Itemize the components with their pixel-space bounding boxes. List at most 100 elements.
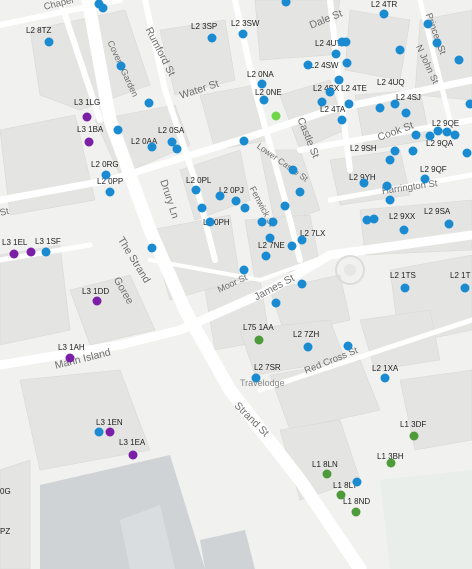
postcode-marker[interactable]	[239, 136, 249, 146]
postcode-marker[interactable]	[303, 60, 313, 70]
postcode-label: L2 0PP	[97, 177, 124, 186]
postcode-marker[interactable]	[375, 103, 385, 113]
postcode-marker[interactable]	[105, 187, 115, 197]
postcode-marker[interactable]	[390, 99, 400, 109]
postcode-marker[interactable]	[280, 201, 290, 211]
postcode-marker[interactable]	[433, 126, 443, 136]
postcode-marker[interactable]	[465, 99, 472, 109]
postcode-marker[interactable]	[268, 217, 278, 227]
postcode-marker[interactable]	[215, 191, 225, 201]
postcode-marker[interactable]	[116, 61, 126, 71]
postcode-label: L2 4TA	[320, 105, 346, 114]
postcode-marker[interactable]	[257, 217, 267, 227]
postcode-marker[interactable]	[408, 146, 418, 156]
postcode-marker[interactable]	[432, 38, 442, 48]
postcode-marker[interactable]	[460, 283, 470, 293]
postcode-label: L3 1LG	[74, 98, 101, 107]
postcode-marker[interactable]	[147, 142, 157, 152]
postcode-marker[interactable]	[144, 98, 154, 108]
postcode-marker[interactable]	[325, 87, 335, 97]
postcode-marker[interactable]	[303, 342, 313, 352]
postcode-marker[interactable]	[9, 249, 19, 259]
postcode-label: L3 1EL	[2, 238, 28, 247]
postcode-marker[interactable]	[271, 298, 281, 308]
postcode-marker[interactable]	[352, 477, 362, 487]
postcode-marker[interactable]	[44, 37, 54, 47]
postcode-marker[interactable]	[113, 125, 123, 135]
postcode-label: L2 4SJ	[396, 93, 421, 102]
postcode-marker[interactable]	[92, 296, 102, 306]
postcode-marker[interactable]	[295, 187, 305, 197]
postcode-marker[interactable]	[409, 431, 419, 441]
postcode-marker[interactable]	[205, 217, 215, 227]
postcode-marker[interactable]	[390, 146, 400, 156]
postcode-marker[interactable]	[257, 79, 267, 89]
postcode-marker[interactable]	[386, 458, 396, 468]
postcode-marker[interactable]	[259, 95, 269, 105]
postcode-marker[interactable]	[197, 203, 207, 213]
postcode-marker[interactable]	[395, 45, 405, 55]
postcode-marker[interactable]	[288, 165, 298, 175]
postcode-marker[interactable]	[444, 219, 454, 229]
postcode-marker[interactable]	[207, 33, 217, 43]
postcode-marker[interactable]	[420, 174, 430, 184]
postcode-marker[interactable]	[265, 233, 275, 243]
postcode-label: L2 8TZ	[26, 26, 52, 35]
postcode-marker[interactable]	[26, 247, 36, 257]
postcode-marker[interactable]	[172, 144, 182, 154]
postcode-marker[interactable]	[240, 203, 250, 213]
postcode-marker[interactable]	[287, 241, 297, 251]
postcode-marker[interactable]	[128, 450, 138, 460]
postcode-marker[interactable]	[41, 247, 51, 257]
map-view[interactable]: Rumford St Water St Covent Garden Dale S…	[0, 0, 472, 569]
postcode-marker[interactable]	[239, 265, 249, 275]
postcode-marker[interactable]	[336, 490, 346, 500]
postcode-marker[interactable]	[379, 9, 389, 19]
postcode-marker[interactable]	[385, 155, 395, 165]
postcode-marker[interactable]	[462, 148, 472, 158]
postcode-marker[interactable]	[382, 181, 392, 191]
postcode-marker[interactable]	[191, 185, 201, 195]
postcode-marker[interactable]	[400, 283, 410, 293]
postcode-marker[interactable]	[423, 19, 433, 29]
postcode-marker[interactable]	[369, 214, 379, 224]
postcode-marker[interactable]	[337, 115, 347, 125]
postcode-marker[interactable]	[385, 195, 395, 205]
postcode-marker[interactable]	[401, 108, 411, 118]
postcode-marker[interactable]	[254, 335, 264, 345]
postcode-marker[interactable]	[94, 0, 104, 9]
postcode-label: L2 9SH	[350, 144, 377, 153]
postcode-marker[interactable]	[380, 373, 390, 383]
postcode-marker[interactable]	[238, 29, 248, 39]
postcode-marker[interactable]	[344, 99, 354, 109]
postcode-marker[interactable]	[341, 37, 351, 47]
postcode-marker[interactable]	[251, 373, 261, 383]
postcode-marker[interactable]	[351, 507, 361, 517]
postcode-marker[interactable]	[334, 75, 344, 85]
postcode-marker[interactable]	[101, 170, 111, 180]
postcode-marker[interactable]	[331, 49, 341, 59]
postcode-marker[interactable]	[147, 243, 157, 253]
postcode-marker[interactable]	[65, 353, 75, 363]
postcode-marker[interactable]	[454, 55, 464, 65]
postcode-marker[interactable]	[84, 137, 94, 147]
postcode-marker[interactable]	[297, 279, 307, 289]
postcode-marker[interactable]	[231, 196, 241, 206]
postcode-marker[interactable]	[261, 251, 271, 261]
postcode-marker[interactable]	[105, 427, 115, 437]
postcode-marker[interactable]	[317, 97, 327, 107]
postcode-marker[interactable]	[297, 235, 307, 245]
postcode-marker[interactable]	[342, 58, 352, 68]
postcode-label: L2 0NE	[255, 88, 282, 97]
postcode-marker[interactable]	[343, 341, 353, 351]
postcode-label: L1 3DF	[400, 420, 427, 429]
postcode-marker[interactable]	[82, 112, 92, 122]
postcode-marker[interactable]	[359, 178, 369, 188]
postcode-marker[interactable]	[94, 427, 104, 437]
postcode-marker[interactable]	[411, 130, 421, 140]
postcode-marker[interactable]	[322, 469, 332, 479]
postcode-marker[interactable]	[271, 111, 281, 121]
postcode-marker[interactable]	[399, 225, 409, 235]
postcode-marker[interactable]	[450, 130, 460, 140]
postcode-label: L3 1SF	[35, 237, 61, 246]
